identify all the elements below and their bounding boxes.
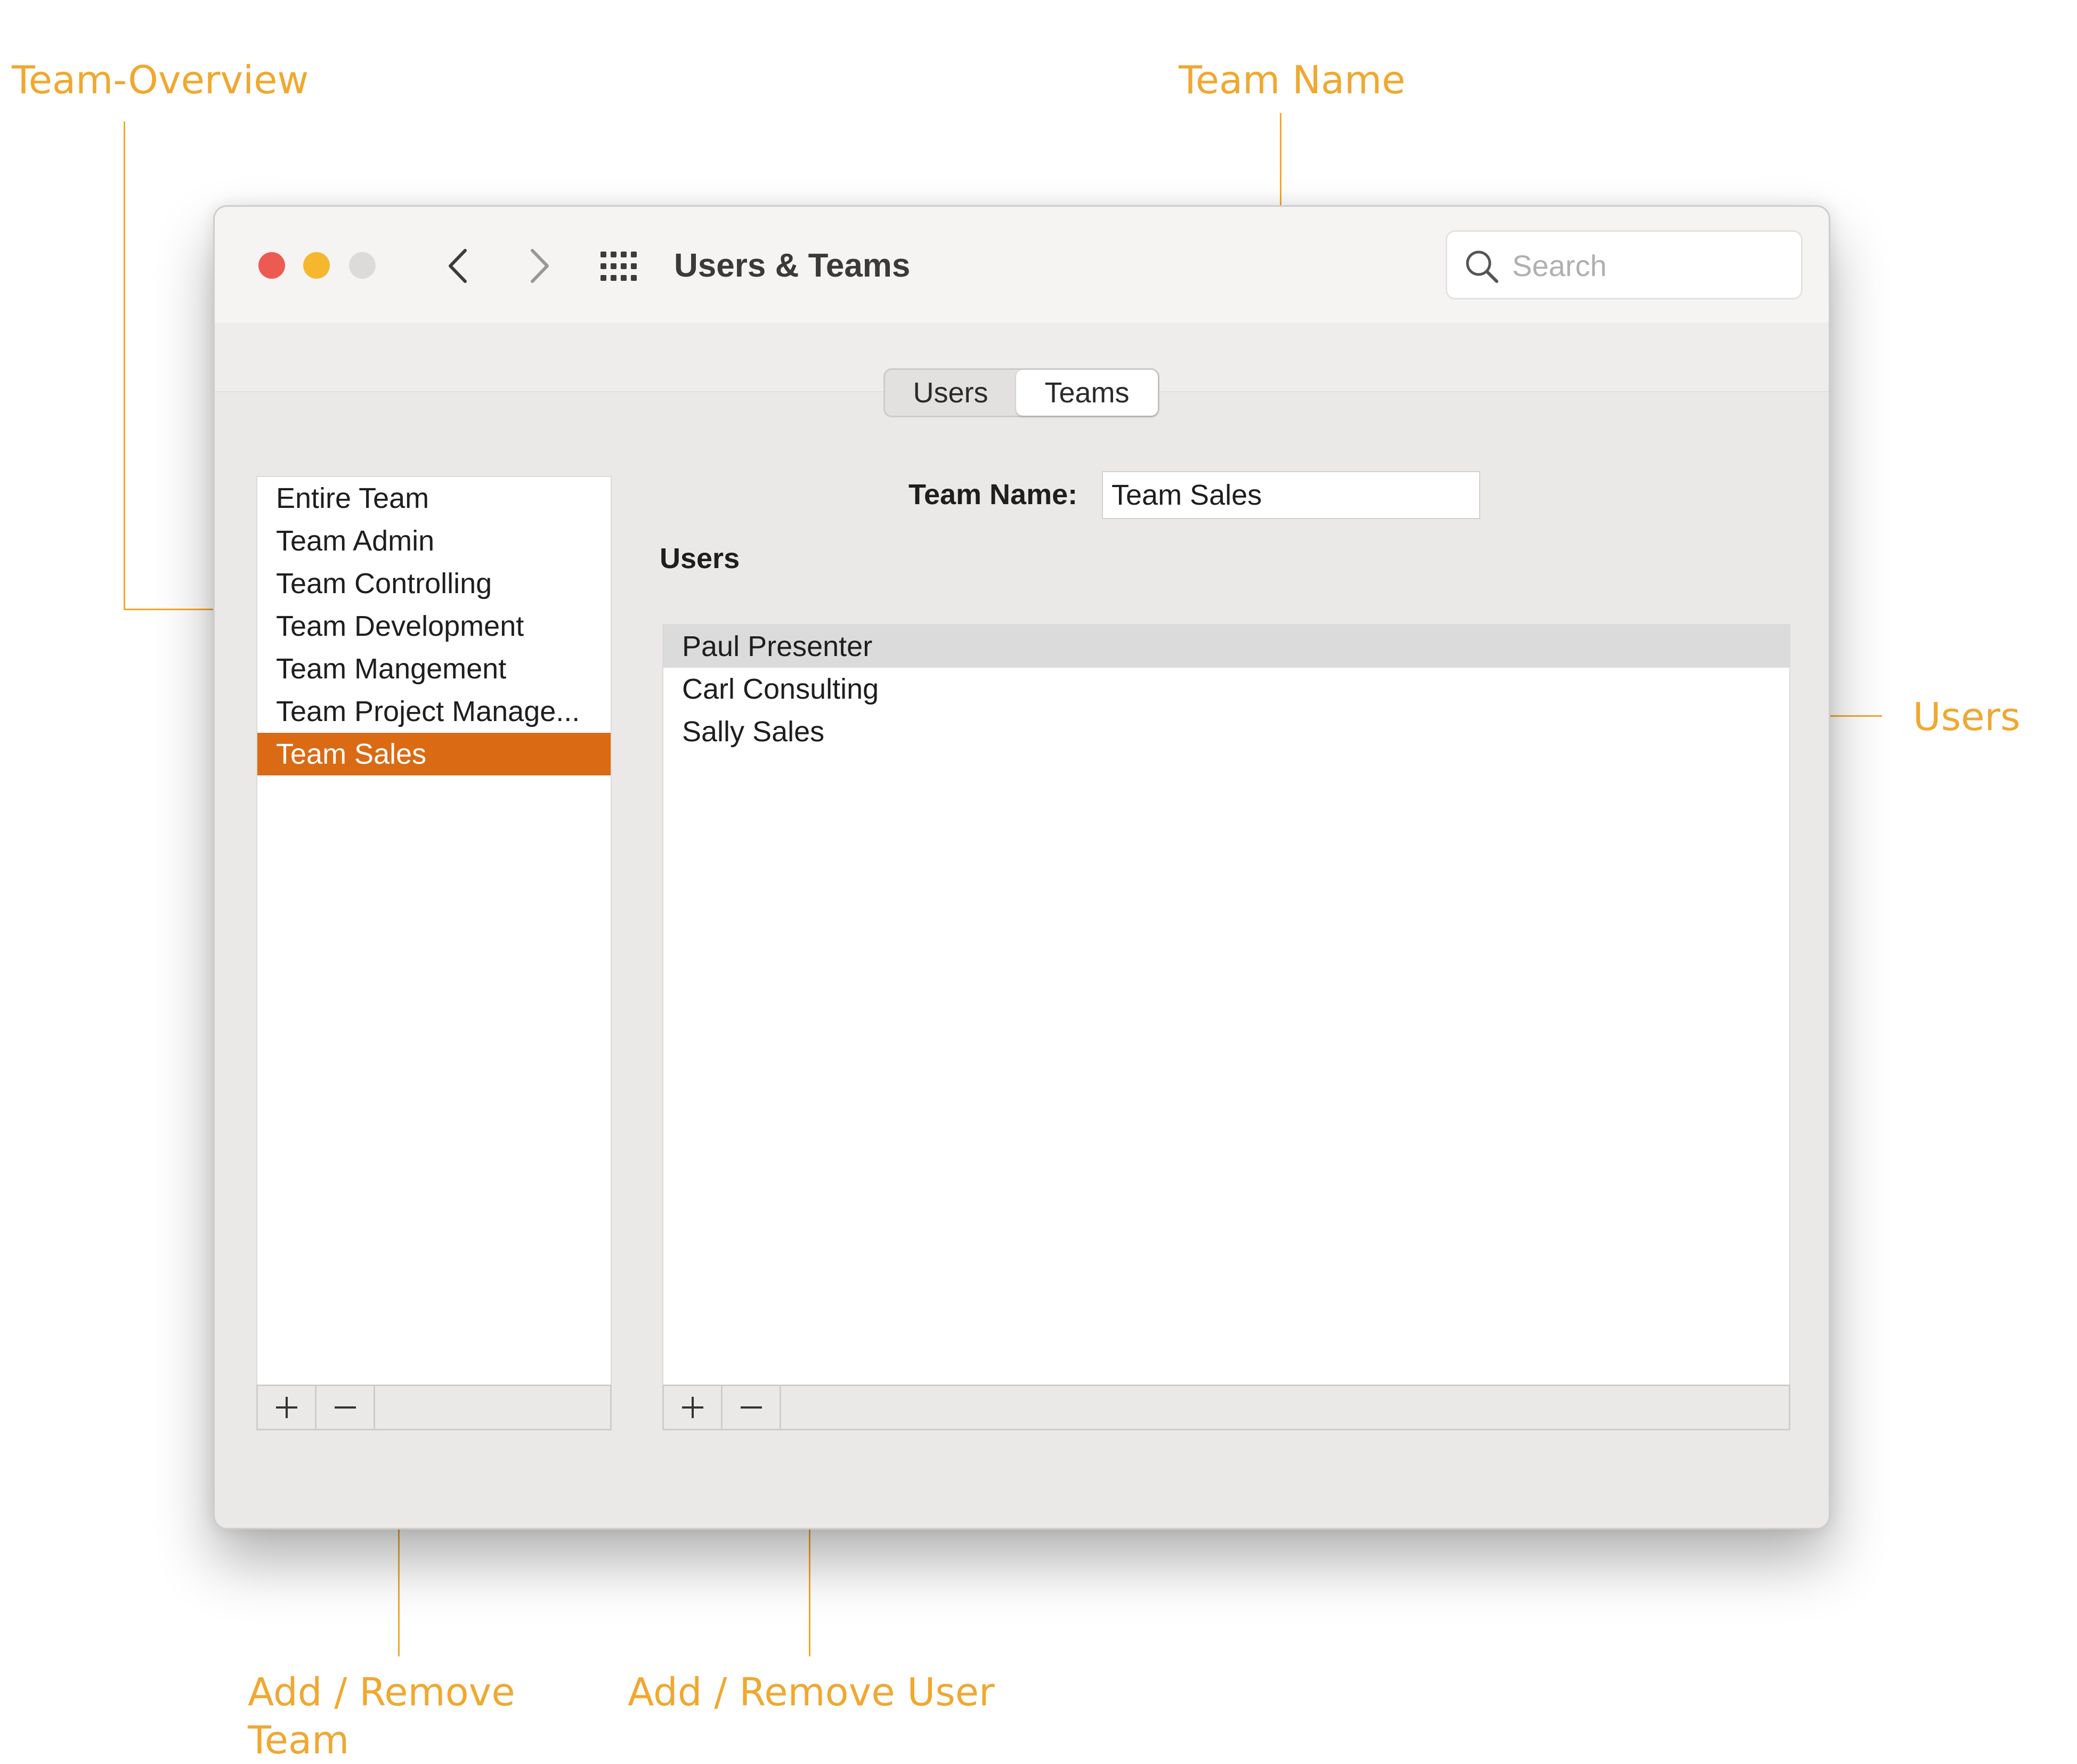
plus-icon [276, 1397, 297, 1418]
search-icon [1466, 250, 1498, 283]
user-list-item[interactable]: Paul Presenter [663, 625, 1789, 668]
team-list-item[interactable]: Team Admin [257, 520, 611, 562]
window-title: Users & Teams [674, 247, 911, 284]
annotation-add-remove-user: Add / Remove User [628, 1670, 995, 1714]
annotation-add-remove-team: Add / Remove Team [248, 1668, 515, 1764]
team-users-list: Paul Presenter Carl Consulting Sally Sal… [662, 624, 1790, 1393]
team-list-item[interactable]: Entire Team [257, 477, 611, 520]
team-overview-list: Entire Team Team Admin Team Controlling … [256, 476, 612, 1393]
annotation-add-remove-team-line1: Add / Remove [248, 1670, 515, 1714]
team-button-bar [256, 1385, 612, 1430]
remove-team-button[interactable] [317, 1386, 375, 1429]
minus-icon [741, 1406, 762, 1409]
minimize-button[interactable] [303, 252, 330, 279]
add-team-button[interactable] [258, 1386, 317, 1429]
users-heading: Users [660, 543, 740, 574]
add-user-button[interactable] [664, 1386, 723, 1429]
team-list-item[interactable]: Team Development [257, 605, 611, 648]
plus-icon [682, 1397, 703, 1418]
close-button[interactable] [258, 252, 285, 279]
show-all-button[interactable] [598, 245, 641, 288]
annotation-users: Users [1913, 694, 2021, 739]
users-teams-segmented-control: Users Teams [883, 368, 1159, 417]
team-name-field[interactable] [1102, 471, 1480, 519]
chevron-left-icon [449, 249, 467, 283]
team-list-item[interactable]: Team Controlling [257, 562, 611, 605]
chevron-right-icon [531, 249, 549, 283]
annotation-team-name: Team Name [1179, 58, 1406, 102]
user-button-bar [662, 1385, 1790, 1430]
user-list-item[interactable]: Carl Consulting [663, 668, 1789, 710]
annotation-team-overview: Team-Overview [12, 58, 309, 102]
tab-users[interactable]: Users [885, 370, 1016, 416]
forward-button[interactable] [517, 243, 560, 289]
remove-user-button[interactable] [723, 1386, 781, 1429]
users-teams-window: Users & Teams Users Teams Entire Team Te… [213, 205, 1830, 1530]
grid-icon [601, 252, 637, 281]
team-list-item[interactable]: Team Mangement [257, 648, 611, 690]
annotation-line [124, 122, 125, 610]
team-list-item[interactable]: Team Project Manage... [257, 690, 611, 733]
user-list-item[interactable]: Sally Sales [663, 710, 1789, 753]
team-name-label: Team Name: [908, 479, 1078, 511]
zoom-button[interactable] [349, 252, 376, 279]
minus-icon [335, 1406, 356, 1409]
tab-teams[interactable]: Teams [1016, 370, 1158, 416]
team-list-item-selected[interactable]: Team Sales [257, 733, 611, 775]
back-button[interactable] [437, 243, 480, 289]
search-box[interactable] [1446, 230, 1803, 300]
annotation-add-remove-team-line2: Team [248, 1718, 350, 1762]
title-bar: Users & Teams [215, 207, 1829, 325]
search-input[interactable] [1511, 232, 1790, 299]
